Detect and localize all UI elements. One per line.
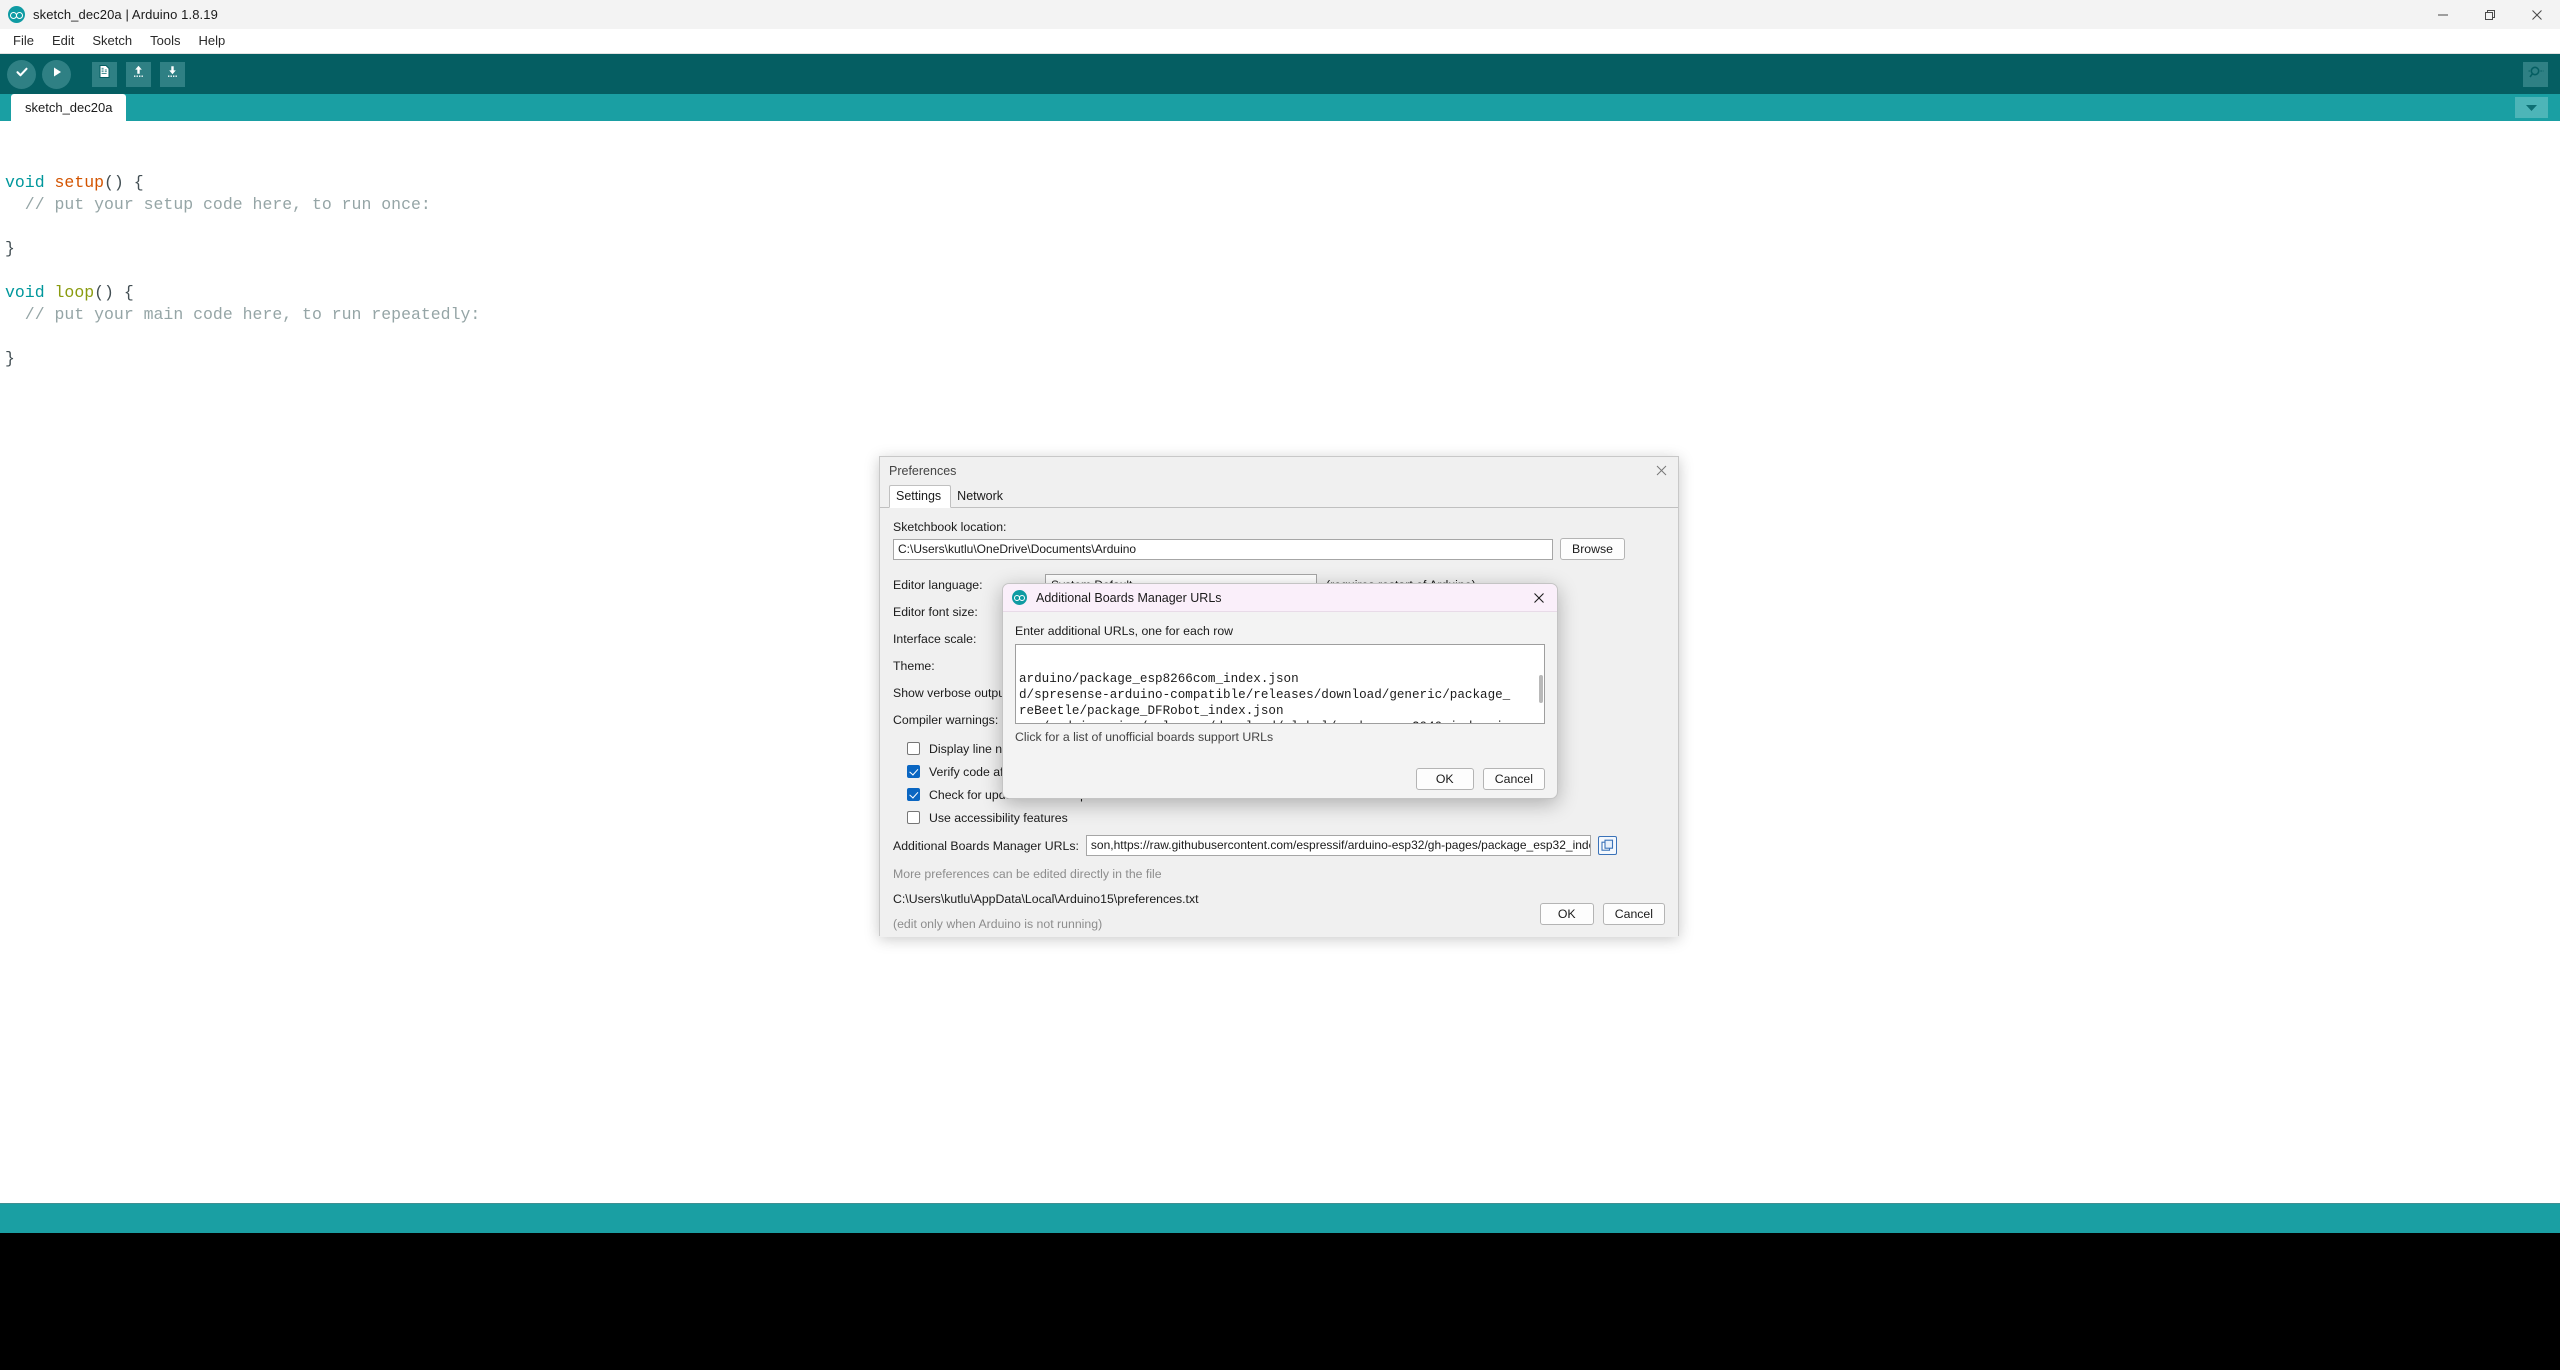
arduino-ide-window: sketch_dec20a | Arduino 1.8.19 File Edit…	[0, 0, 2560, 1370]
verify-checkmark-icon	[14, 64, 30, 85]
boards-dialog-title: Additional Boards Manager URLs	[1036, 590, 1222, 605]
sketch-tab-label: sketch_dec20a	[25, 100, 113, 115]
tab-menu-button[interactable]	[2515, 97, 2548, 118]
urls-textarea-scrollbar[interactable]	[1539, 675, 1543, 703]
open-sketch-button[interactable]	[126, 61, 151, 87]
upload-button[interactable]	[42, 59, 71, 89]
checkbox-box	[907, 765, 920, 778]
additional-boards-manager-label: Additional Boards Manager URLs:	[893, 838, 1079, 853]
browse-button[interactable]: Browse	[1560, 538, 1626, 560]
sketchbook-location-row: C:\Users\kutlu\OneDrive\Documents\Arduin…	[893, 538, 1665, 560]
arduino-logo-icon	[8, 6, 25, 23]
menu-item-edit[interactable]: Edit	[43, 31, 83, 51]
urls-textarea-lines: arduino/package_esp8266com_index.json d/s…	[1019, 671, 1541, 723]
boards-dialog-body: Enter additional URLs, one for each row …	[1003, 612, 1557, 798]
menu-item-help[interactable]: Help	[189, 31, 234, 51]
tab-settings[interactable]: Settings	[889, 485, 952, 508]
code-line: }	[5, 348, 2560, 370]
checkbox-box	[907, 788, 920, 801]
code-token: void	[5, 283, 45, 302]
serial-monitor-icon	[2528, 64, 2544, 85]
unofficial-boards-link[interactable]: Click for a list of unofficial boards su…	[1015, 730, 1545, 744]
new-sketch-button[interactable]	[92, 61, 117, 87]
close-icon[interactable]	[1644, 457, 1678, 484]
code-lines: void setup() { // put your setup code he…	[5, 172, 2560, 370]
window-controls	[2419, 0, 2560, 29]
url-line: reBeetle/package_DFRobot_index.json	[1019, 704, 1284, 719]
code-token: }	[5, 349, 15, 368]
console-output-panel	[0, 1233, 2560, 1370]
code-token: setup	[54, 173, 105, 192]
url-line: d/spresense-arduino-compatible/releases/…	[1019, 687, 1511, 702]
code-token: void	[5, 173, 45, 192]
code-token: loop	[54, 283, 95, 302]
sketch-tab-strip: sketch_dec20a	[0, 94, 2560, 121]
save-sketch-icon	[165, 64, 180, 84]
code-line: }	[5, 238, 2560, 260]
arduino-logo-icon	[1012, 590, 1027, 605]
code-token: () {	[94, 283, 134, 302]
boards-dialog-footer: OK Cancel	[1415, 768, 1545, 790]
boards-dialog-title-bar: Additional Boards Manager URLs	[1003, 584, 1557, 612]
serial-monitor-button[interactable]	[2523, 61, 2548, 87]
sketchbook-location-input[interactable]: C:\Users\kutlu\OneDrive\Documents\Arduin…	[893, 538, 1553, 560]
new-sketch-icon	[97, 64, 112, 84]
more-preferences-text: More preferences can be edited directly …	[893, 867, 1162, 881]
preferences-footer: OK Cancel	[1539, 903, 1665, 925]
close-icon[interactable]	[2513, 0, 2560, 29]
main-toolbar	[0, 54, 2560, 94]
preferences-ok-button[interactable]: OK	[1539, 903, 1594, 925]
maximize-icon[interactable]	[2466, 0, 2513, 29]
code-token: // put your setup code here, to run once…	[5, 195, 431, 214]
code-line: void loop() {	[5, 282, 2560, 304]
sketchbook-location-label: Sketchbook location:	[893, 520, 1007, 534]
menu-bar: File Edit Sketch Tools Help	[0, 29, 2560, 54]
additional-boards-manager-input[interactable]: son,https://raw.githubusercontent.com/es…	[1085, 835, 1591, 856]
checkbox-box	[907, 811, 920, 824]
preferences-title-bar: Preferences	[880, 457, 1678, 484]
additional-boards-manager-dialog: Additional Boards Manager URLs Enter add…	[1002, 583, 1558, 799]
close-icon[interactable]	[1521, 584, 1557, 612]
window-title-bar: sketch_dec20a | Arduino 1.8.19	[0, 0, 2560, 29]
code-token: }	[5, 239, 15, 258]
preferences-tab-bar: Settings Network	[880, 484, 1678, 508]
preferences-title: Preferences	[889, 463, 957, 478]
menu-item-file[interactable]: File	[4, 31, 43, 51]
code-line: // put your setup code here, to run once…	[5, 194, 2560, 216]
save-sketch-button[interactable]	[160, 61, 185, 87]
code-token: // put your main code here, to run repea…	[5, 305, 481, 324]
code-token: () {	[104, 173, 144, 192]
menu-item-sketch[interactable]: Sketch	[83, 31, 141, 51]
open-editor-icon[interactable]	[1597, 836, 1617, 855]
url-line: arduino/package_esp8266com_index.json	[1019, 671, 1299, 686]
chevron-down-icon	[2525, 99, 2538, 117]
sketch-tab[interactable]: sketch_dec20a	[11, 94, 127, 121]
menu-item-tools[interactable]: Tools	[141, 31, 189, 51]
open-sketch-icon	[131, 64, 146, 84]
checkbox-label: Use accessibility features	[929, 810, 1068, 825]
checkbox-use-accessibility-features[interactable]: Use accessibility features	[893, 806, 1665, 829]
tab-network[interactable]: Network	[951, 486, 1012, 507]
urls-textarea[interactable]: arduino/package_esp8266com_index.json d/s…	[1015, 644, 1545, 724]
boards-dialog-prompt: Enter additional URLs, one for each row	[1015, 624, 1234, 638]
minimize-icon[interactable]	[2419, 0, 2466, 29]
upload-arrow-icon	[49, 64, 65, 85]
window-title: sketch_dec20a | Arduino 1.8.19	[33, 7, 218, 22]
url-line: wer/arduino-pico/releases/download/globa…	[1019, 719, 1541, 723]
boards-dialog-ok-button[interactable]: OK	[1415, 768, 1474, 790]
code-line: // put your main code here, to run repea…	[5, 304, 2560, 326]
code-line: void setup() {	[5, 172, 2560, 194]
status-bar	[0, 1203, 2560, 1233]
boards-dialog-cancel-button[interactable]: Cancel	[1482, 768, 1545, 790]
additional-boards-manager-row: Additional Boards Manager URLs: son,http…	[893, 835, 1665, 856]
verify-button[interactable]	[7, 59, 36, 89]
checkbox-box	[907, 742, 920, 755]
preferences-cancel-button[interactable]: Cancel	[1602, 903, 1665, 925]
